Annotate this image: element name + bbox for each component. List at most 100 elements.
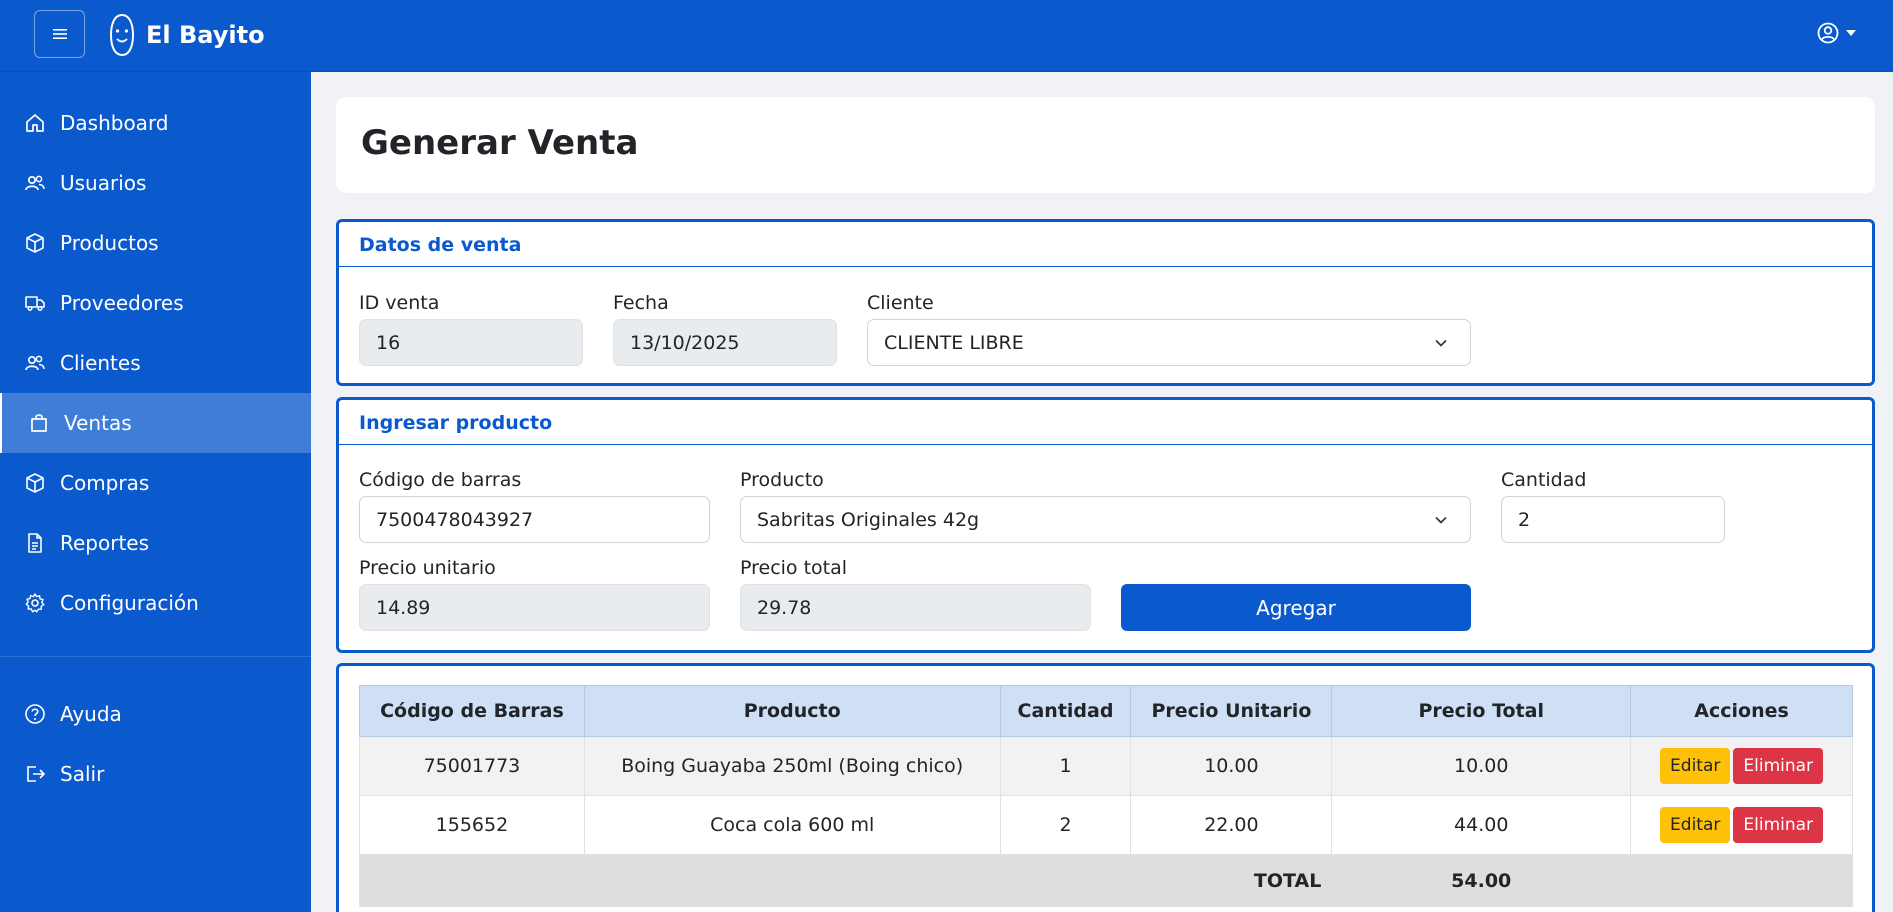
client-value: CLIENTE LIBRE	[884, 331, 1024, 354]
total-price-label: Precio total	[740, 557, 848, 579]
sidebar-item-clientes[interactable]: Clientes	[0, 333, 311, 393]
sidebar-item-usuarios[interactable]: Usuarios	[0, 153, 311, 213]
home-icon	[26, 114, 44, 132]
unit-price-value: 14.89	[376, 596, 431, 619]
total-value-cell: 54.00	[1331, 854, 1632, 907]
column-header: Cantidad	[999, 685, 1132, 737]
sale-id-label: ID venta	[359, 292, 440, 314]
caret-down-icon	[1846, 30, 1856, 36]
product-select[interactable]: Sabritas Originales 42g	[740, 496, 1471, 543]
date-label: Fecha	[613, 292, 669, 314]
total-price-cell: 44.00	[1331, 795, 1632, 855]
box-icon	[26, 233, 44, 253]
chevron-down-icon	[1435, 516, 1447, 524]
total-label-cell: TOTAL	[358, 854, 1333, 907]
sidebar-divider	[0, 656, 311, 657]
client-select[interactable]: CLIENTE LIBRE	[867, 319, 1471, 366]
table-row: 75001773 Boing Guayaba 250ml (Boing chic…	[359, 736, 1853, 796]
box-icon	[26, 473, 44, 493]
sale-items-panel: Código de Barras Producto Cantidad Preci…	[336, 663, 1875, 912]
product-cell: Coca cola 600 ml	[583, 795, 1001, 855]
quantity-input[interactable]: 2	[1501, 496, 1725, 543]
chevron-down-icon	[1435, 339, 1447, 347]
users-icon	[25, 175, 45, 191]
user-circle-icon	[1817, 22, 1839, 44]
sidebar-item-label: Usuarios	[60, 171, 147, 195]
sidebar-item-proveedores[interactable]: Proveedores	[0, 273, 311, 333]
quantity-value: 2	[1518, 508, 1531, 531]
add-product-button[interactable]: Agregar	[1121, 584, 1471, 631]
sidebar-item-compras[interactable]: Compras	[0, 453, 311, 513]
sale-items-table: Código de Barras Producto Cantidad Preci…	[358, 685, 1853, 907]
column-header: Producto	[583, 685, 1001, 737]
unit-price-field[interactable]: 14.89	[359, 584, 710, 631]
delete-button[interactable]: Eliminar	[1733, 748, 1824, 784]
sale-data-panel: Datos de venta ID venta 16 Fecha 13/10/2…	[336, 219, 1875, 386]
sidebar-item-label: Reportes	[60, 531, 150, 555]
table-total-row: TOTAL 54.00	[358, 854, 1853, 907]
sidebar-item-label: Salir	[60, 762, 105, 786]
help-icon	[25, 704, 45, 724]
table-row: 155652 Coca cola 600 ml 2 22.00 44.00 Ed…	[359, 795, 1853, 855]
product-value: Sabritas Originales 42g	[757, 508, 980, 531]
actions-cell: Editar Eliminar	[1630, 736, 1853, 796]
sale-id-field[interactable]: 16	[359, 319, 583, 366]
sidebar-item-reportes[interactable]: Reportes	[0, 513, 311, 573]
sidebar-item-label: Proveedores	[60, 291, 184, 315]
sidebar-item-salir[interactable]: Salir	[0, 744, 311, 804]
unit-price-cell: 10.00	[1130, 736, 1333, 796]
total-price-field[interactable]: 29.78	[740, 584, 1091, 631]
date-value: 13/10/2025	[630, 331, 740, 354]
sidebar-item-dashboard[interactable]: Dashboard	[0, 93, 311, 153]
sidebar-item-ayuda[interactable]: Ayuda	[0, 684, 311, 744]
sidebar-item-label: Productos	[60, 231, 159, 255]
barcode-cell: 75001773	[359, 736, 585, 796]
unit-price-label: Precio unitario	[359, 557, 496, 579]
actions-cell: Editar Eliminar	[1630, 795, 1853, 855]
brand[interactable]: El Bayito	[108, 12, 265, 58]
column-header: Acciones	[1630, 685, 1853, 737]
sidebar-item-label: Configuración	[60, 591, 199, 615]
panel-header: Ingresar producto	[339, 400, 1872, 445]
quantity-cell: 2	[999, 795, 1132, 855]
top-navbar: El Bayito	[0, 0, 1893, 72]
barcode-input[interactable]: 7500478043927	[359, 496, 710, 543]
sidebar-item-ventas[interactable]: Ventas	[0, 393, 311, 453]
total-price-cell: 10.00	[1331, 736, 1632, 796]
table-header-row: Código de Barras Producto Cantidad Preci…	[359, 685, 1853, 737]
sidebar-item-productos[interactable]: Productos	[0, 213, 311, 273]
sidebar-item-label: Compras	[60, 471, 150, 495]
shopping-bag-icon	[31, 414, 47, 432]
sidebar-item-label: Clientes	[60, 351, 141, 375]
edit-button[interactable]: Editar	[1660, 807, 1731, 843]
brand-name: El Bayito	[146, 21, 265, 49]
truck-icon	[25, 296, 45, 312]
column-header: Precio Unitario	[1130, 685, 1333, 737]
delete-button[interactable]: Eliminar	[1733, 807, 1824, 843]
file-icon	[28, 533, 42, 553]
barcode-cell: 155652	[359, 795, 585, 855]
quantity-cell: 1	[999, 736, 1132, 796]
sidebar: Dashboard Usuarios Productos Proveedores…	[0, 72, 311, 912]
product-label: Producto	[740, 469, 824, 491]
barcode-value: 7500478043927	[376, 508, 534, 531]
unit-price-cell: 22.00	[1130, 795, 1333, 855]
gear-icon	[25, 593, 45, 613]
client-label: Cliente	[867, 292, 934, 314]
edit-button[interactable]: Editar	[1660, 748, 1731, 784]
page-header-card: Generar Venta	[336, 97, 1875, 193]
users-icon	[25, 355, 45, 371]
column-header: Precio Total	[1331, 685, 1632, 737]
sidebar-item-label: Dashboard	[60, 111, 169, 135]
product-entry-panel: Ingresar producto Código de barras 75004…	[336, 397, 1875, 653]
user-menu-button[interactable]	[1817, 22, 1857, 44]
page-title: Generar Venta	[361, 123, 639, 163]
sale-id-value: 16	[376, 331, 401, 354]
sidebar-item-configuracion[interactable]: Configuración	[0, 573, 311, 633]
panel-title: Datos de venta	[359, 234, 522, 256]
panel-header: Datos de venta	[339, 222, 1872, 267]
sidebar-toggle-button[interactable]	[34, 10, 85, 58]
barcode-label: Código de barras	[359, 469, 522, 491]
sidebar-item-label: Ventas	[64, 411, 132, 435]
date-field[interactable]: 13/10/2025	[613, 319, 837, 366]
